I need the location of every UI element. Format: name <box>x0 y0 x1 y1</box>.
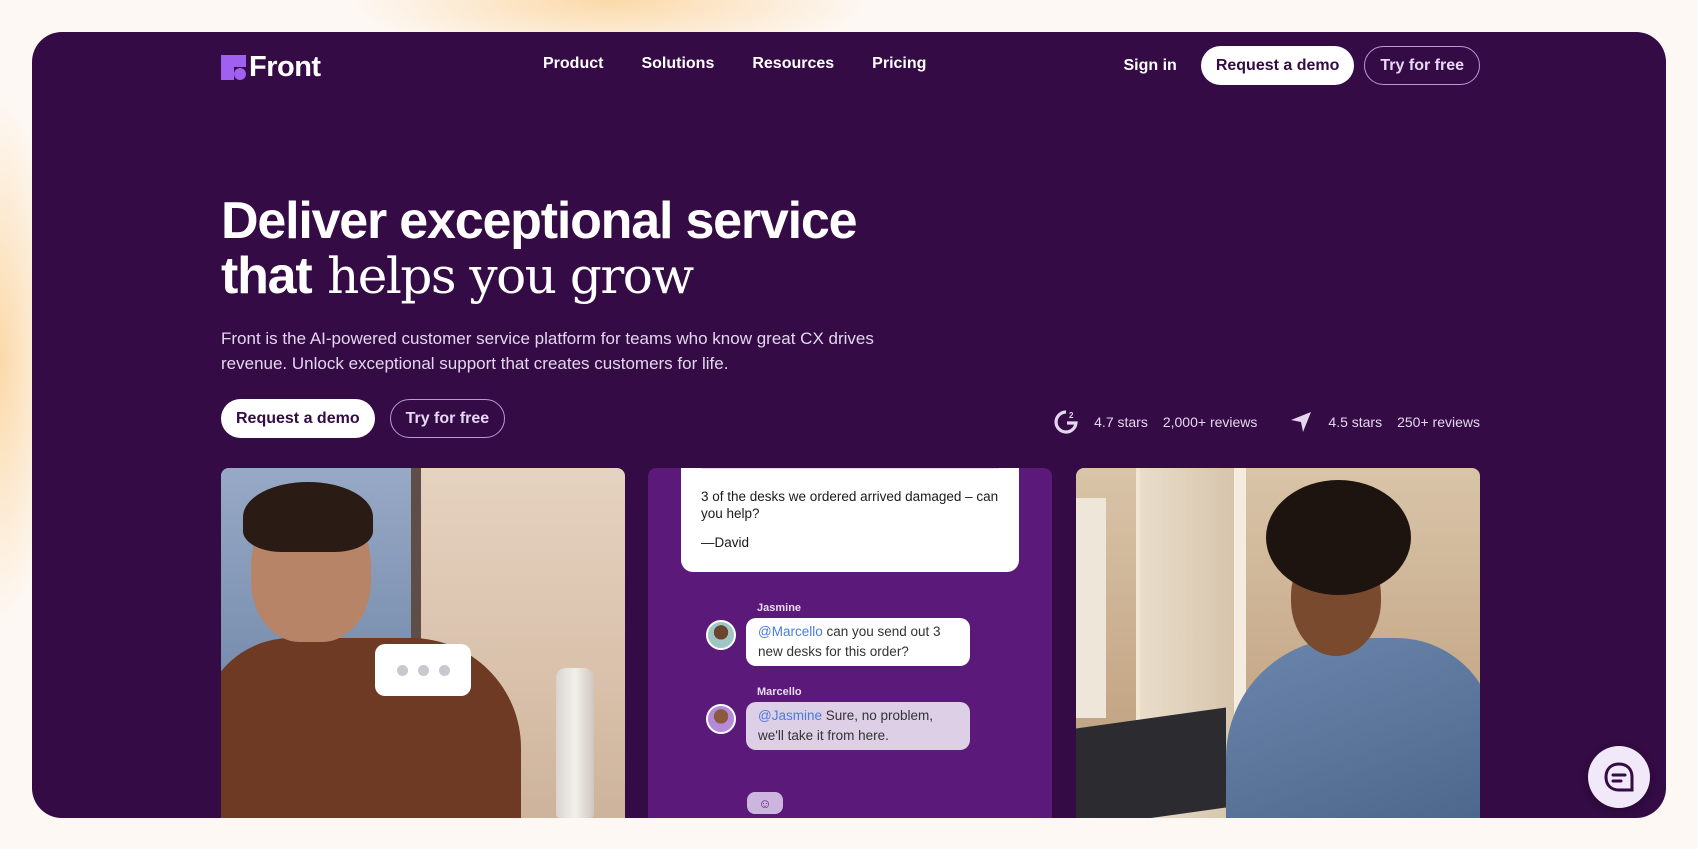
headline-line-2: that helps you grow <box>221 248 856 302</box>
ratings-bar: 2 4.7 stars 2,000+ reviews 4.5 stars 250… <box>1053 409 1480 435</box>
headline-serif-words: helps you grow <box>327 247 694 305</box>
hero-section: Front Product Solutions Resources Pricin… <box>32 32 1666 818</box>
hero-request-demo-button[interactable]: Request a demo <box>221 399 375 438</box>
woman-hair <box>1266 480 1411 595</box>
chat-author: Marcello <box>757 686 802 698</box>
hero-subtitle: Front is the AI-powered customer service… <box>221 329 874 373</box>
hero-headline: Deliver exceptional service that helps y… <box>221 192 858 302</box>
man-sweater <box>221 638 521 818</box>
water-bottle <box>556 668 594 818</box>
nav-item-pricing[interactable]: Pricing <box>872 55 926 73</box>
headline-line-1: Deliver exceptional service <box>221 192 858 250</box>
nav-try-free-button[interactable]: Try for free <box>1364 46 1480 85</box>
g2-reviews: 2,000+ reviews <box>1162 414 1258 430</box>
man-hair <box>243 482 373 552</box>
logo-text: Front <box>249 51 321 83</box>
typing-indicator <box>375 644 471 696</box>
chat-widget-button[interactable] <box>1588 746 1650 808</box>
front-logo[interactable]: Front <box>221 51 321 84</box>
laptop <box>1076 707 1226 818</box>
front-logo-icon <box>221 55 246 80</box>
capterra-reviews: 250+ reviews <box>1397 414 1480 430</box>
g2-icon: 2 <box>1054 410 1078 434</box>
headline-sans-word: that <box>221 247 313 305</box>
chat-bubble-icon <box>1604 762 1634 792</box>
chat-author: Jasmine <box>757 602 802 614</box>
avatar <box>706 704 736 734</box>
capterra-stars: 4.5 stars <box>1328 414 1383 430</box>
hero-image-man-at-desk <box>221 468 625 818</box>
email-signature: —David <box>701 535 750 550</box>
chat-mention: @Marcello <box>758 624 823 639</box>
hero-try-free-button[interactable]: Try for free <box>389 399 506 438</box>
avatar <box>706 620 736 650</box>
nav-item-solutions[interactable]: Solutions <box>641 55 714 73</box>
nav-item-resources[interactable]: Resources <box>752 55 834 73</box>
email-card: 3 of the desks we ordered arrived damage… <box>681 468 1019 572</box>
chat-bubble: @Marcello can you send out 3 new desks f… <box>746 618 970 666</box>
hero-cta-group: Request a demo Try for free <box>221 399 506 438</box>
email-body: 3 of the desks we ordered arrived damage… <box>701 489 999 521</box>
capterra-icon <box>1291 412 1312 432</box>
g2-rating[interactable]: 2 4.7 stars 2,000+ reviews <box>1053 409 1257 435</box>
add-reaction-icon[interactable]: ☺ <box>747 792 783 814</box>
capterra-rating[interactable]: 4.5 stars 250+ reviews <box>1289 410 1480 434</box>
g2-stars: 4.7 stars <box>1094 414 1148 430</box>
svg-text:2: 2 <box>1069 411 1074 420</box>
main-nav: Product Solutions Resources Pricing <box>543 55 926 73</box>
woman-denim-jacket <box>1226 638 1480 818</box>
nav-request-demo-button[interactable]: Request a demo <box>1200 46 1355 85</box>
chat-mention: @Jasmine <box>758 708 822 723</box>
nav-actions: Sign in Request a demo Try for free <box>1123 46 1480 85</box>
hero-image-woman-on-laptop <box>1076 468 1480 818</box>
chat-bubble: @Jasmine Sure, no problem, we'll take it… <box>746 702 970 750</box>
conversation-preview: 3 of the desks we ordered arrived damage… <box>648 468 1052 818</box>
sign-in-link[interactable]: Sign in <box>1123 57 1176 75</box>
nav-item-product[interactable]: Product <box>543 55 603 73</box>
